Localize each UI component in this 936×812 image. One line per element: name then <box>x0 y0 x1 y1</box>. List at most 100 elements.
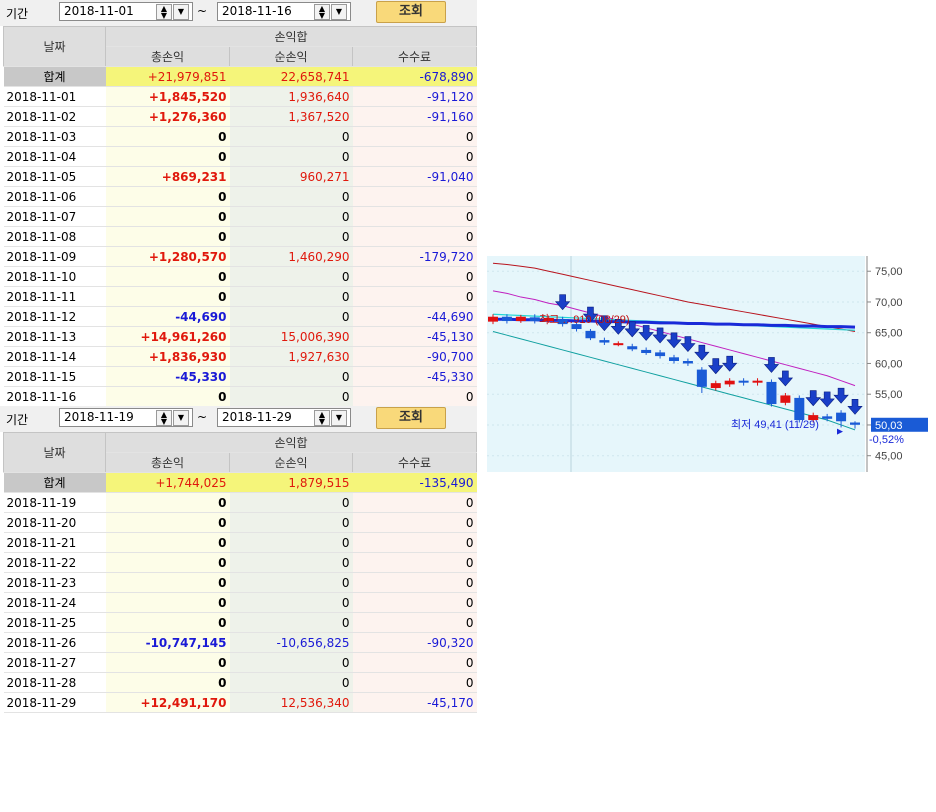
price-chart-svg: 75,0070,0065,0060,0055,0050,0045,00최고 …9… <box>487 256 928 472</box>
table-row[interactable]: 2018-11-15 -45,330 0 -45,330 <box>3 366 477 387</box>
row-total-profit: +1,836,930 <box>105 346 230 367</box>
row-fee: 0 <box>352 492 477 513</box>
row-net-profit: 0 <box>229 552 353 573</box>
row-fee: 0 <box>352 552 477 573</box>
table-row[interactable]: 2018-11-19 0 0 0 <box>3 492 477 513</box>
table-row[interactable]: 2018-11-20 0 0 0 <box>3 512 477 533</box>
table-row[interactable]: 2018-11-02 +1,276,360 1,367,520 -91,160 <box>3 106 477 127</box>
table-row[interactable]: 2018-11-12 -44,690 0 -44,690 <box>3 306 477 327</box>
header-net-profit[interactable]: 순손익 <box>229 452 353 473</box>
row-date: 2018-11-08 <box>3 226 106 247</box>
table-row[interactable]: 2018-11-11 0 0 0 <box>3 286 477 307</box>
sum-row: 합계 +21,979,851 22,658,741 -678,890 <box>3 66 477 87</box>
header-total-profit[interactable]: 총손익 <box>105 452 230 473</box>
table-row[interactable]: 2018-11-16 0 0 0 <box>3 386 477 407</box>
row-fee: 0 <box>352 386 477 407</box>
table-row[interactable]: 2018-11-09 +1,280,570 1,460,290 -179,720 <box>3 246 477 267</box>
table-row[interactable]: 2018-11-14 +1,836,930 1,927,630 -90,700 <box>3 346 477 367</box>
sum-net-profit: 22,658,741 <box>229 66 353 87</box>
end-date-picker[interactable]: 2018-11-29 ▲ ▼ ▼ <box>217 408 351 427</box>
table-row[interactable]: 2018-11-03 0 0 0 <box>3 126 477 147</box>
table-row[interactable]: 2018-11-07 0 0 0 <box>3 206 477 227</box>
candle-body <box>585 330 596 339</box>
row-fee: 0 <box>352 532 477 553</box>
table-row[interactable]: 2018-11-27 0 0 0 <box>3 652 477 673</box>
row-date: 2018-11-15 <box>3 366 106 387</box>
profit-table-1: 날짜 손익합 총손익 순손익 수수료 합계 +21,979,851 22,658,741 -67… <box>3 26 477 407</box>
row-net-profit: 0 <box>229 226 353 247</box>
table-row[interactable]: 2018-11-04 0 0 0 <box>3 146 477 167</box>
candle-body <box>655 352 666 357</box>
row-total-profit: 0 <box>105 612 230 633</box>
table-row[interactable]: 2018-11-23 0 0 0 <box>3 572 477 593</box>
row-total-profit: 0 <box>105 652 230 673</box>
row-total-profit: +1,280,570 <box>105 246 230 267</box>
row-fee: -91,120 <box>352 86 477 107</box>
row-fee: -91,040 <box>352 166 477 187</box>
spin-updown-icon[interactable]: ▲ ▼ <box>314 4 330 20</box>
row-total-profit: +869,231 <box>105 166 230 187</box>
spin-updown-icon[interactable]: ▲ ▼ <box>156 4 172 20</box>
table-row[interactable]: 2018-11-29 +12,491,170 12,536,340 -45,170 <box>3 692 477 713</box>
table-row[interactable]: 2018-11-21 0 0 0 <box>3 532 477 553</box>
table-row[interactable]: 2018-11-05 +869,231 960,271 -91,040 <box>3 166 477 187</box>
row-net-profit: 960,271 <box>229 166 353 187</box>
spin-updown-icon[interactable]: ▲ ▼ <box>156 410 172 426</box>
header-total-profit[interactable]: 총손익 <box>105 46 230 67</box>
candle-body <box>794 397 805 421</box>
row-date: 2018-11-13 <box>3 326 106 347</box>
row-net-profit: 0 <box>229 286 353 307</box>
row-total-profit: 0 <box>105 512 230 533</box>
table-row[interactable]: 2018-11-28 0 0 0 <box>3 672 477 693</box>
dropdown-arrow-icon[interactable]: ▼ <box>331 4 347 20</box>
table-row[interactable]: 2018-11-22 0 0 0 <box>3 552 477 573</box>
row-fee: -45,130 <box>352 326 477 347</box>
profit-table-2: 날짜 손익합 총손익 순손익 수수료 합계 +1,744,025 1,879,515 -135,… <box>3 432 477 713</box>
table-row[interactable]: 2018-11-26 -10,747,145 -10,656,825 -90,320 <box>3 632 477 653</box>
row-total-profit: +1,276,360 <box>105 106 230 127</box>
search-button[interactable]: 조회 <box>376 407 446 429</box>
start-date-picker[interactable]: 2018-11-19 ▲ ▼ ▼ <box>59 408 193 427</box>
high-price-label: 최고 …910 (08/29) <box>539 313 630 326</box>
row-net-profit: 12,536,340 <box>229 692 353 713</box>
header-net-profit[interactable]: 순손익 <box>229 46 353 67</box>
row-net-profit: 0 <box>229 612 353 633</box>
dropdown-arrow-icon[interactable]: ▼ <box>173 4 189 20</box>
row-total-profit: 0 <box>105 126 230 147</box>
table-row[interactable]: 2018-11-06 0 0 0 <box>3 186 477 207</box>
table-row[interactable]: 2018-11-24 0 0 0 <box>3 592 477 613</box>
table-row[interactable]: 2018-11-01 +1,845,520 1,936,640 -91,120 <box>3 86 477 107</box>
row-net-profit: 0 <box>229 126 353 147</box>
row-total-profit: 0 <box>105 492 230 513</box>
search-button[interactable]: 조회 <box>376 1 446 23</box>
row-date: 2018-11-05 <box>3 166 106 187</box>
row-total-profit: -44,690 <box>105 306 230 327</box>
sum-row: 합계 +1,744,025 1,879,515 -135,490 <box>3 472 477 493</box>
row-fee: 0 <box>352 226 477 247</box>
table-row[interactable]: 2018-11-25 0 0 0 <box>3 612 477 633</box>
sum-label: 합계 <box>3 66 106 87</box>
row-date: 2018-11-27 <box>3 652 106 673</box>
start-date-picker[interactable]: 2018-11-01 ▲ ▼ ▼ <box>59 2 193 21</box>
chart-tick-label: 65,00 <box>875 328 903 340</box>
spin-updown-icon[interactable]: ▲ ▼ <box>314 410 330 426</box>
table-row[interactable]: 2018-11-10 0 0 0 <box>3 266 477 287</box>
header-fee[interactable]: 수수료 <box>352 452 477 473</box>
chart-tick-label: 45,00 <box>875 451 903 463</box>
row-net-profit: 0 <box>229 492 353 513</box>
end-date-value: 2018-11-16 <box>222 4 292 18</box>
row-date: 2018-11-16 <box>3 386 106 407</box>
candle-body <box>710 383 721 389</box>
row-date: 2018-11-10 <box>3 266 106 287</box>
dropdown-arrow-icon[interactable]: ▼ <box>331 410 347 426</box>
dropdown-arrow-icon[interactable]: ▼ <box>173 410 189 426</box>
table-row[interactable]: 2018-11-08 0 0 0 <box>3 226 477 247</box>
candle-body <box>752 380 763 383</box>
end-date-picker[interactable]: 2018-11-16 ▲ ▼ ▼ <box>217 2 351 21</box>
profit-panel-1: 기간 2018-11-01 ▲ ▼ ▼ ~ 2018-11-16 ▲ ▼ ▼ 조회 … <box>0 0 477 407</box>
header-fee[interactable]: 수수료 <box>352 46 477 67</box>
candle-body <box>501 316 512 322</box>
table-row[interactable]: 2018-11-13 +14,961,260 15,006,390 -45,130 <box>3 326 477 347</box>
header-date[interactable]: 날짜 <box>3 26 106 67</box>
header-date[interactable]: 날짜 <box>3 432 106 473</box>
